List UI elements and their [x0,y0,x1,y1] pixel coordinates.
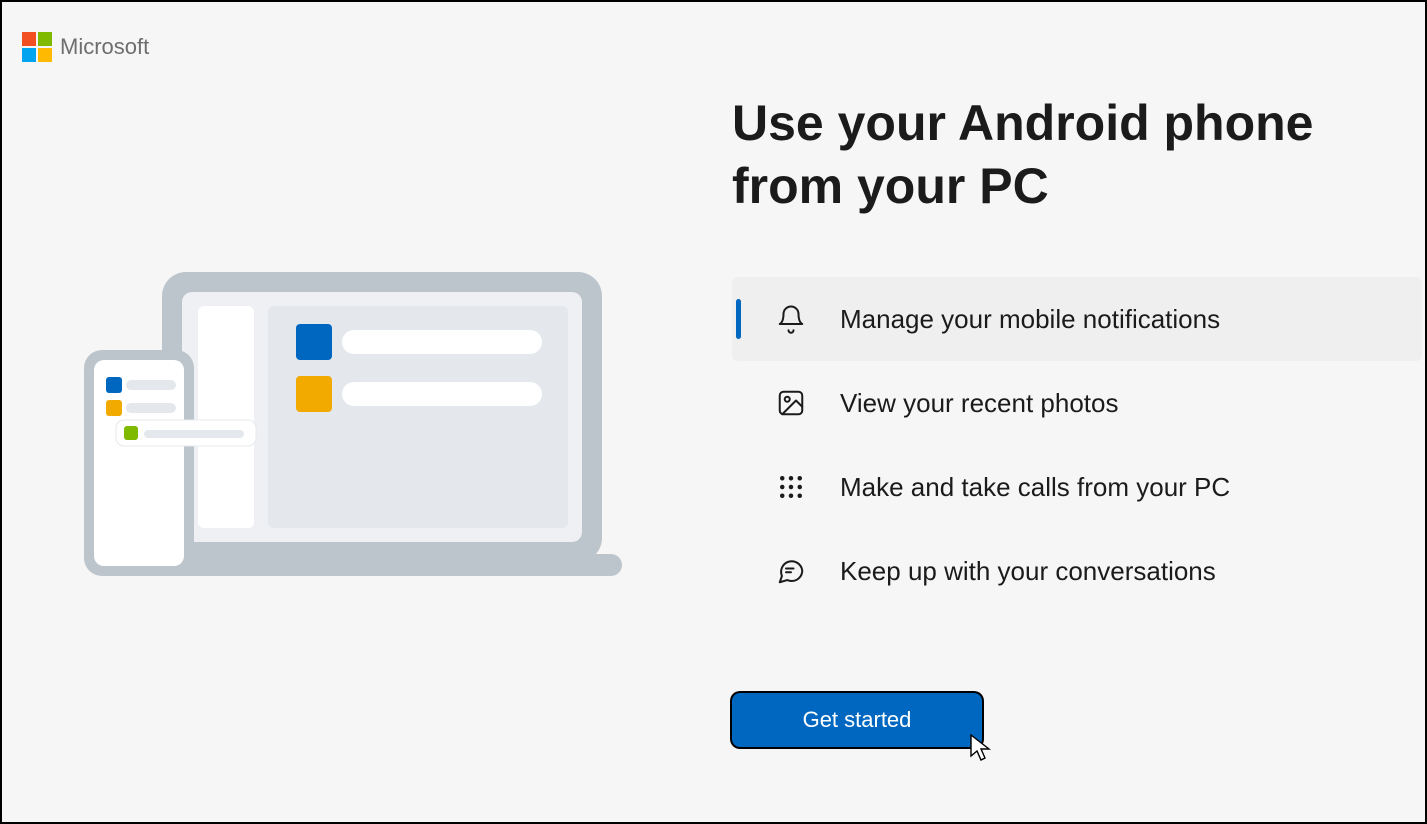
feature-label: Manage your mobile notifications [840,304,1220,335]
brand-text: Microsoft [60,34,149,60]
page-heading: Use your Android phone from your PC [732,92,1422,217]
feature-conversations[interactable]: Keep up with your conversations [732,529,1422,613]
photo-icon [774,386,808,420]
feature-calls[interactable]: Make and take calls from your PC [732,445,1422,529]
feature-photos[interactable]: View your recent photos [732,361,1422,445]
feature-label: View your recent photos [840,388,1118,419]
feature-list: Manage your mobile notifications View yo… [732,277,1422,613]
bell-icon [774,302,808,336]
dialpad-icon [774,470,808,504]
feature-notifications[interactable]: Manage your mobile notifications [732,277,1422,361]
chat-icon [774,554,808,588]
get-started-button[interactable]: Get started [732,693,982,747]
feature-label: Make and take calls from your PC [840,472,1230,503]
feature-label: Keep up with your conversations [840,556,1216,587]
phone-pc-illustration [82,262,642,602]
microsoft-logo-icon [22,32,52,62]
microsoft-logo: Microsoft [22,32,149,62]
